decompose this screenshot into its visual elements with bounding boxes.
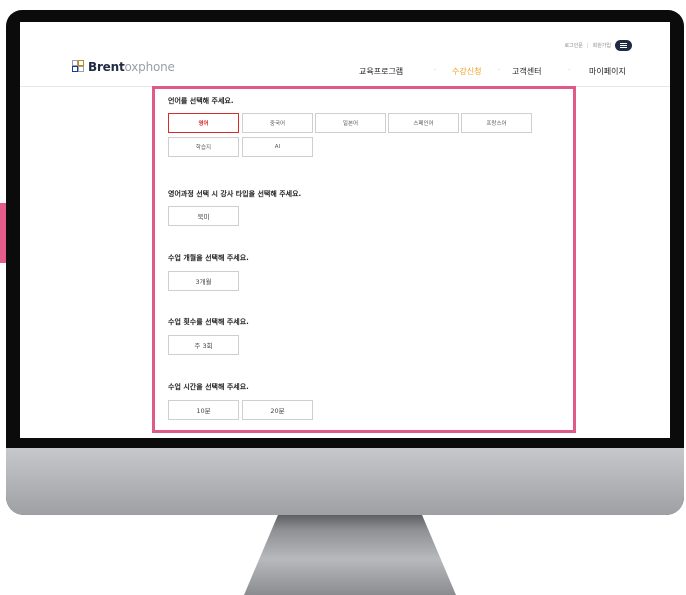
teacher-type-question: 영어과정 선택 시 강사 타입을 선택해 주세요. [168, 190, 302, 198]
nav-separator: · [568, 66, 571, 74]
util-separator: | [586, 42, 589, 49]
login-link[interactable]: 로그인문 [565, 42, 583, 49]
months-question: 수업 개월을 선택해 주세요. [168, 254, 249, 262]
option-3-times-week[interactable]: 주 3회 [168, 335, 239, 355]
main-navigation: 교육프로그램 · 수강신청 · 고객센터 · 마이페이지 [20, 66, 670, 80]
hamburger-menu-icon[interactable] [615, 40, 632, 51]
option-chinese[interactable]: 중국어 [242, 113, 313, 133]
nav-education-program[interactable]: 교육프로그램 [359, 66, 403, 77]
option-french[interactable]: 프랑스어 [461, 113, 532, 133]
option-10-minutes[interactable]: 10분 [168, 400, 239, 420]
monitor-frame: Brentoxphone 로그인문 | 회원가입 교육프로그램 · 수강신청 ·… [6, 10, 684, 515]
course-selection-panel: 언어를 선택해 주세요. 영어 중국어 일본어 스페인어 프랑스어 학습지 AI… [152, 86, 576, 433]
option-3-months[interactable]: 3개월 [168, 271, 239, 291]
nav-separator: · [498, 66, 501, 74]
nav-my-page[interactable]: 마이페이지 [589, 66, 626, 77]
nav-separator: · [434, 66, 437, 74]
language-question: 언어를 선택해 주세요. [168, 97, 234, 105]
option-spanish[interactable]: 스페인어 [388, 113, 459, 133]
monitor-stand [244, 515, 456, 595]
duration-question: 수업 시간을 선택해 주세요. [168, 383, 249, 391]
utility-links: 로그인문 | 회원가입 [565, 40, 632, 51]
monitor-chin [6, 448, 684, 515]
nav-course-registration[interactable]: 수강신청 [452, 66, 481, 77]
option-japanese[interactable]: 일본어 [315, 113, 386, 133]
nav-customer-center[interactable]: 고객센터 [512, 66, 541, 77]
option-20-minutes[interactable]: 20분 [242, 400, 313, 420]
signup-link[interactable]: 회원가입 [593, 42, 611, 49]
option-north-america[interactable]: 북미 [168, 206, 239, 226]
option-english[interactable]: 영어 [168, 113, 239, 133]
option-ai[interactable]: AI [242, 137, 313, 157]
frequency-question: 수업 횟수를 선택해 주세요. [168, 318, 249, 326]
option-workbook[interactable]: 학습지 [168, 137, 239, 157]
screen: Brentoxphone 로그인문 | 회원가입 교육프로그램 · 수강신청 ·… [20, 22, 670, 438]
